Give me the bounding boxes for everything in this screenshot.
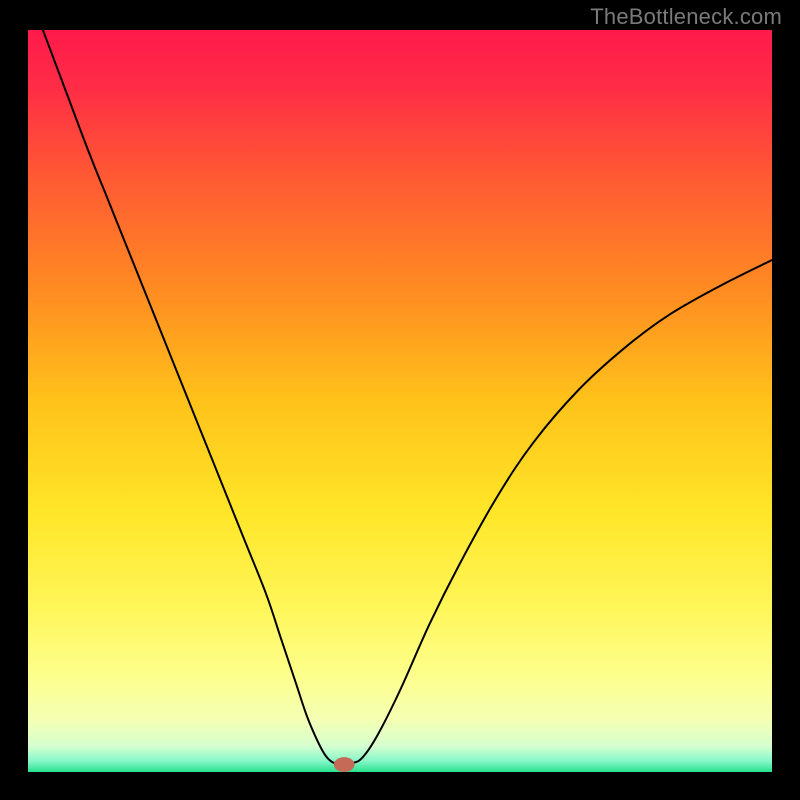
optimal-point-marker (334, 757, 355, 772)
bottleneck-chart (28, 30, 772, 772)
gradient-background (28, 30, 772, 772)
chart-frame: TheBottleneck.com (0, 0, 800, 800)
watermark-label: TheBottleneck.com (590, 4, 782, 30)
plot-area (28, 30, 772, 772)
